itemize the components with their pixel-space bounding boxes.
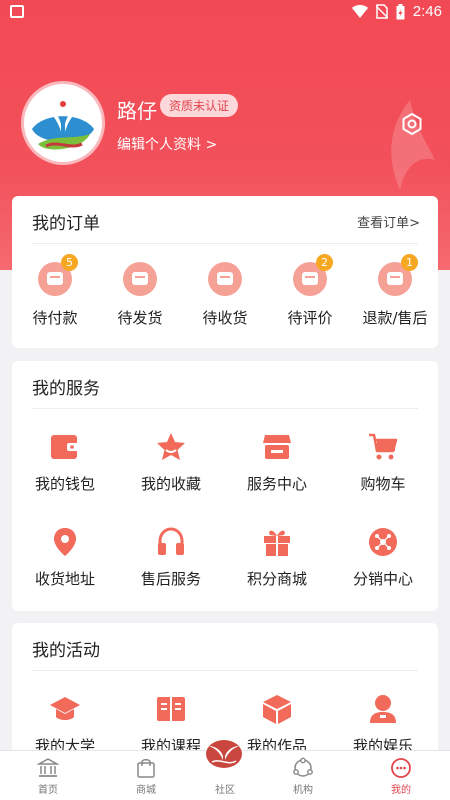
battery-charging-icon bbox=[396, 3, 405, 19]
tab-mine[interactable]: 我的 bbox=[356, 751, 446, 800]
smiley-icon bbox=[391, 758, 411, 778]
service-distribution[interactable]: 分销中心 bbox=[330, 526, 436, 589]
service-label: 积分商城 bbox=[246, 570, 307, 588]
package-icon bbox=[123, 262, 157, 296]
status-bar: 2:46 bbox=[0, 0, 450, 26]
star-icon bbox=[157, 433, 185, 460]
orders-card: 我的订单 查看订单> 5 待付款 待发货 待收货 2 待评价 1 退款/售后 bbox=[12, 196, 438, 348]
order-status-pending-review[interactable]: 2 待评价 bbox=[267, 254, 353, 328]
order-status-pending-payment[interactable]: 5 待付款 bbox=[12, 254, 98, 328]
book-icon bbox=[157, 697, 185, 721]
wallet-icon bbox=[51, 435, 79, 459]
service-cart[interactable]: 购物车 bbox=[330, 431, 436, 494]
count-badge: 2 bbox=[316, 254, 333, 271]
bank-icon bbox=[37, 758, 59, 777]
activity-entertainment[interactable]: 我的娱乐 bbox=[330, 693, 436, 756]
organization-icon bbox=[293, 757, 313, 777]
box-icon bbox=[263, 695, 291, 724]
no-sim-icon bbox=[375, 4, 388, 19]
tab-label: 我的 bbox=[391, 785, 411, 796]
service-label: 售后服务 bbox=[140, 570, 201, 588]
order-status-label: 退款/售后 bbox=[362, 309, 428, 327]
order-status-label: 待发货 bbox=[117, 309, 163, 327]
tab-home[interactable]: 首页 bbox=[3, 751, 93, 800]
shopping-bag-icon bbox=[137, 759, 155, 778]
headphones-icon bbox=[158, 527, 184, 555]
gift-icon bbox=[264, 530, 290, 556]
person-icon bbox=[370, 695, 396, 723]
service-after-sales[interactable]: 售后服务 bbox=[118, 526, 224, 589]
tab-label: 首页 bbox=[38, 785, 58, 796]
service-label: 我的钱包 bbox=[34, 475, 95, 493]
community-logo-icon[interactable] bbox=[204, 738, 244, 770]
order-status-label: 待收货 bbox=[202, 309, 248, 327]
refund-icon: 1 bbox=[378, 254, 418, 296]
decorative-bird-icon bbox=[391, 100, 435, 190]
service-wallet[interactable]: 我的钱包 bbox=[12, 431, 118, 494]
avatar-logo-icon bbox=[27, 87, 99, 159]
services-title: 我的服务 bbox=[32, 379, 100, 399]
divider bbox=[32, 408, 418, 409]
verification-badge[interactable]: 资质未认证 bbox=[160, 94, 239, 117]
comment-icon: 2 bbox=[293, 254, 333, 296]
tab-label: 机构 bbox=[293, 785, 313, 796]
tab-label: 商城 bbox=[136, 785, 156, 796]
service-address[interactable]: 收货地址 bbox=[12, 526, 118, 589]
graduation-cap-icon bbox=[50, 697, 80, 720]
service-favorites[interactable]: 我的收藏 bbox=[118, 431, 224, 494]
service-label: 收货地址 bbox=[34, 570, 95, 588]
edit-profile-link[interactable]: 编辑个人资料 > bbox=[117, 134, 217, 154]
tab-label: 社区 bbox=[215, 785, 235, 796]
divider bbox=[32, 670, 418, 671]
settings-icon[interactable] bbox=[400, 112, 424, 136]
activities-title: 我的活动 bbox=[32, 641, 100, 661]
tab-organization[interactable]: 机构 bbox=[258, 751, 348, 800]
view-orders-link[interactable]: 查看订单> bbox=[357, 212, 420, 231]
avatar[interactable] bbox=[24, 84, 102, 162]
truck-icon bbox=[208, 262, 242, 296]
service-center[interactable]: 服务中心 bbox=[224, 431, 330, 494]
username: 路仔 bbox=[117, 99, 157, 123]
order-status-pending-receipt[interactable]: 待收货 bbox=[182, 262, 268, 328]
service-label: 我的收藏 bbox=[140, 475, 201, 493]
order-status-label: 待付款 bbox=[32, 309, 78, 327]
cart-icon bbox=[369, 433, 398, 460]
clock: 2:46 bbox=[412, 3, 442, 20]
location-icon bbox=[54, 528, 76, 556]
tab-mall[interactable]: 商城 bbox=[101, 751, 191, 800]
order-status-label: 待评价 bbox=[287, 309, 333, 327]
order-status-pending-shipment[interactable]: 待发货 bbox=[97, 262, 183, 328]
count-badge: 5 bbox=[61, 254, 78, 271]
image-notification-icon bbox=[10, 5, 24, 18]
orders-title: 我的订单 bbox=[32, 214, 100, 234]
divider bbox=[32, 243, 418, 244]
share-network-icon bbox=[369, 528, 397, 556]
wallet-icon: 5 bbox=[38, 254, 78, 296]
order-status-refund[interactable]: 1 退款/售后 bbox=[352, 254, 438, 328]
store-icon bbox=[263, 435, 291, 459]
service-points-mall[interactable]: 积分商城 bbox=[224, 526, 330, 589]
wifi-icon bbox=[351, 4, 368, 18]
activity-university[interactable]: 我的大学 bbox=[12, 693, 118, 756]
service-label: 购物车 bbox=[360, 475, 406, 493]
service-label: 服务中心 bbox=[246, 475, 307, 493]
services-card: 我的服务 我的钱包 我的收藏 服务中心 购物车 收货地址 售后服务 积分商城 分… bbox=[12, 361, 438, 611]
service-label: 分销中心 bbox=[352, 570, 413, 588]
count-badge: 1 bbox=[401, 254, 418, 271]
